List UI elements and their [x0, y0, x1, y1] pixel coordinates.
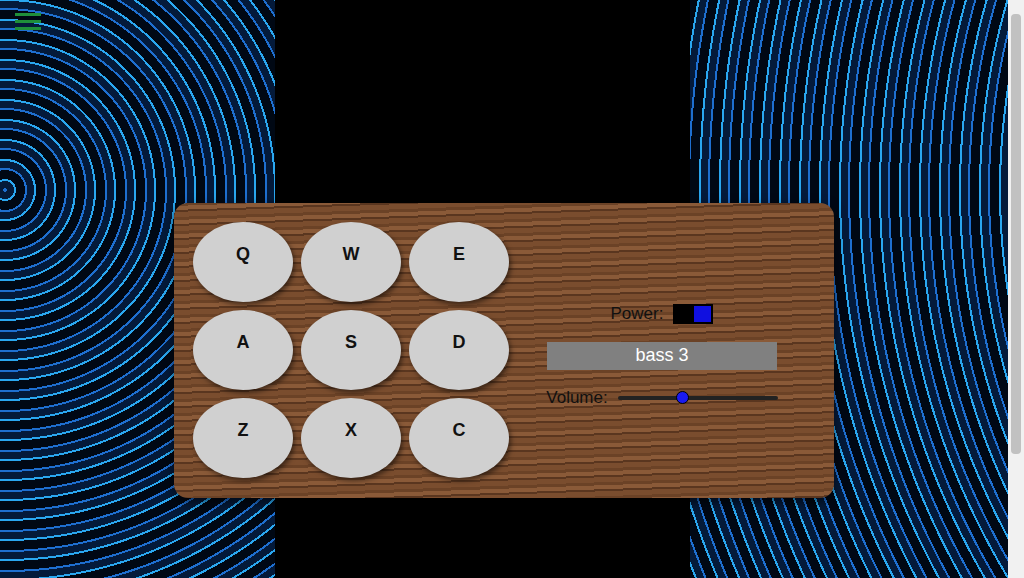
drum-pad[interactable]: E [409, 222, 509, 302]
display: bass 3 [547, 342, 777, 370]
drum-pad[interactable]: D [409, 310, 509, 390]
drum-pad[interactable]: Q [193, 222, 293, 302]
toggle-knob [693, 305, 712, 323]
drum-pad[interactable]: C [409, 398, 509, 478]
slider-thumb[interactable] [676, 391, 689, 404]
drum-pad[interactable]: X [301, 398, 401, 478]
power-row: Power: [611, 304, 714, 324]
volume-slider[interactable] [618, 396, 778, 400]
controls: Power: bass 3 Volume: [509, 222, 815, 479]
menu-button[interactable] [15, 10, 41, 34]
drum-pad[interactable]: S [301, 310, 401, 390]
page: QWE ASD ZXC Power: bass 3 Volume: [0, 0, 1024, 578]
scrollbar[interactable] [1008, 0, 1024, 578]
main-area: QWE ASD ZXC Power: bass 3 Volume: [0, 0, 1008, 578]
drum-pad[interactable]: Z [193, 398, 293, 478]
power-toggle[interactable] [673, 304, 713, 324]
hamburger-icon [15, 10, 41, 34]
volume-label: Volume: [546, 388, 607, 408]
drum-pad[interactable]: W [301, 222, 401, 302]
drum-pad[interactable]: A [193, 310, 293, 390]
scrollbar-thumb[interactable] [1011, 14, 1021, 454]
pad-grid: QWE ASD ZXC [193, 222, 509, 479]
volume-row: Volume: [546, 388, 777, 408]
power-label: Power: [611, 304, 664, 324]
drum-machine: QWE ASD ZXC Power: bass 3 Volume: [174, 203, 834, 498]
